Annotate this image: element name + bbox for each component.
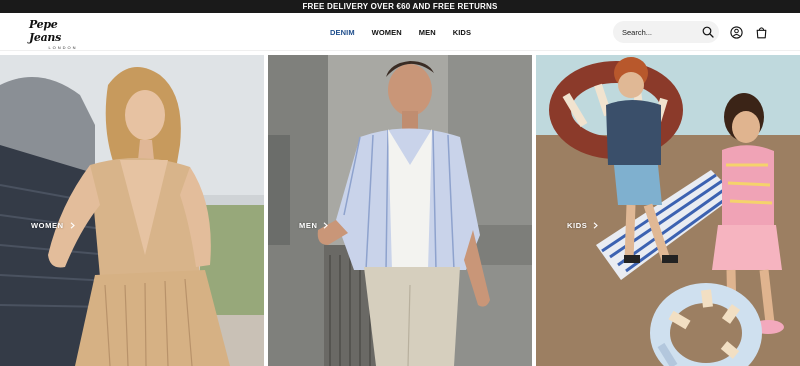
category-tile-men[interactable]: MEN (268, 55, 532, 366)
search-placeholder: Search... (622, 27, 653, 37)
main-nav: DENIM WOMEN MEN KIDS (330, 13, 488, 51)
tile-label-women[interactable]: WOMEN (31, 221, 75, 230)
logo-wordmark: Pepe Jeans (29, 18, 62, 44)
tile-label-kids[interactable]: KIDS (567, 221, 599, 230)
men-hero-image (268, 55, 532, 366)
tile-label-women-text: WOMEN (31, 221, 64, 230)
tile-label-men[interactable]: MEN (299, 221, 329, 230)
chevron-right-icon (70, 222, 75, 229)
tile-label-men-text: MEN (299, 221, 318, 230)
category-tiles: WOMEN MEN KIDS (0, 55, 800, 366)
nav-item-men[interactable]: MEN (419, 28, 436, 37)
promo-bar: FREE DELIVERY OVER €60 AND FREE RETURNS (0, 0, 800, 13)
brand-logo[interactable]: Pepe Jeans LONDON (29, 18, 91, 50)
promo-text: FREE DELIVERY OVER €60 AND FREE RETURNS (302, 2, 498, 11)
category-tile-kids[interactable]: KIDS (536, 55, 800, 366)
kids-hero-image (536, 55, 800, 366)
search-icon[interactable] (697, 21, 719, 43)
women-hero-image (0, 55, 264, 366)
category-tile-women[interactable]: WOMEN (0, 55, 264, 366)
account-icon[interactable] (727, 23, 745, 41)
shopping-bag-icon[interactable] (752, 23, 770, 41)
tile-label-kids-text: KIDS (567, 221, 588, 230)
search-input[interactable]: Search... (613, 21, 719, 43)
nav-item-women[interactable]: WOMEN (372, 28, 402, 37)
chevron-right-icon (323, 222, 329, 229)
site-header: Pepe Jeans LONDON DENIM WOMEN MEN KIDS S… (0, 13, 800, 51)
nav-item-denim[interactable]: DENIM (330, 28, 355, 37)
chevron-right-icon (593, 222, 599, 229)
logo-subtitle: LONDON (48, 45, 78, 50)
nav-item-kids[interactable]: KIDS (453, 28, 471, 37)
